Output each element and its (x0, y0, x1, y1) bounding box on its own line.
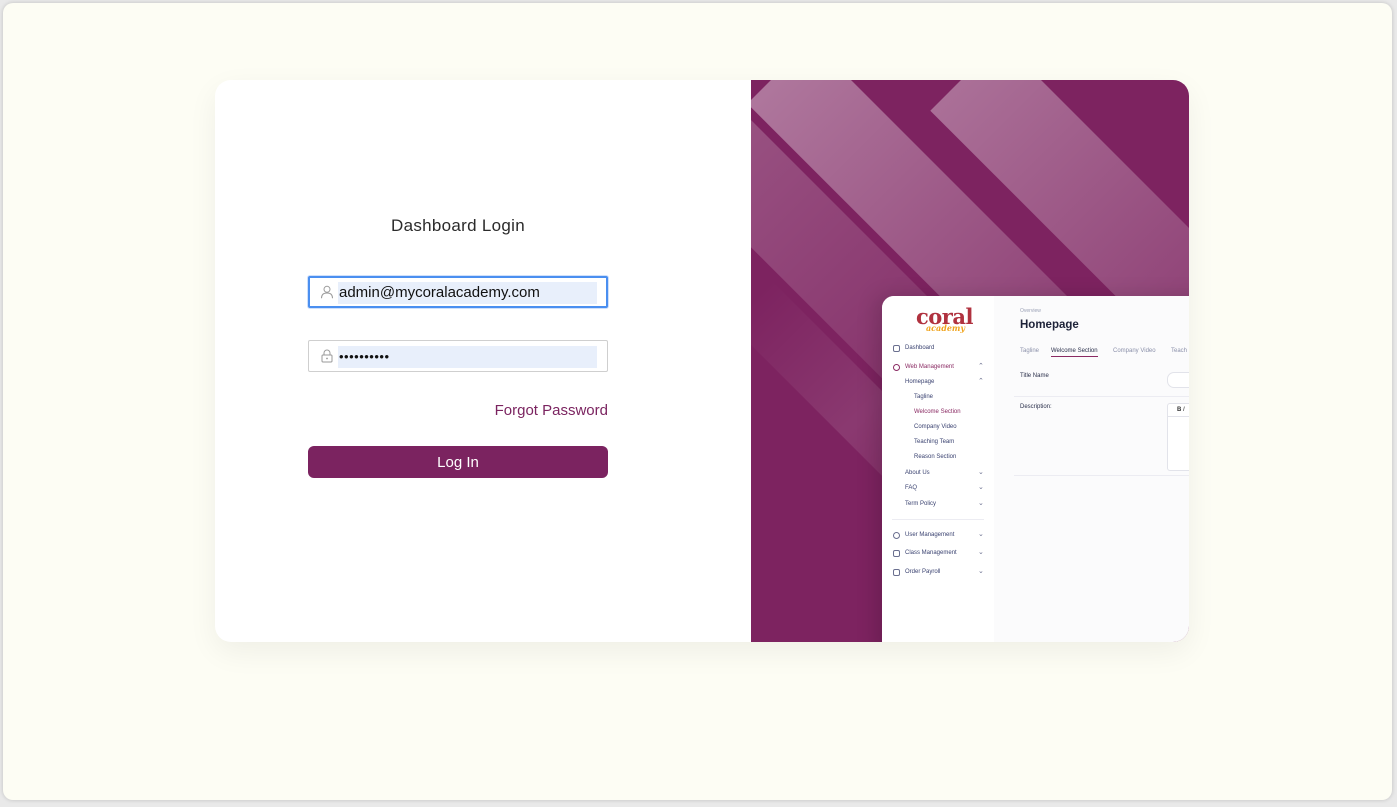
chevron-up-icon: ⌃ (978, 363, 984, 370)
dashboard-preview: coral academy Dashboard Web Management ⌃… (882, 296, 1189, 642)
app-window: Dashboard Login admin@mycoralacademy.com (3, 3, 1392, 800)
home-icon (893, 345, 900, 352)
user-circle-icon (893, 532, 900, 539)
preview-nav-sub-item: Teaching Team (914, 439, 955, 445)
preview-tab: Tagline (1020, 348, 1040, 354)
preview-nav-dashboard: Dashboard (905, 345, 935, 351)
chevron-down-icon: ⌄ (978, 531, 984, 538)
preview-nav-user-management: User Management (905, 532, 955, 538)
login-button[interactable]: Log In (308, 446, 608, 478)
login-card: Dashboard Login admin@mycoralacademy.com (215, 80, 1189, 642)
preview-nav-sub-item: Welcome Section (914, 409, 961, 415)
preview-nav-sub-item: Tagline (914, 394, 934, 400)
preview-nav-order-payroll: Order Payroll (905, 569, 941, 575)
preview-tab-active: Welcome Section (1051, 348, 1098, 357)
sidebar-divider (892, 519, 984, 520)
chevron-down-icon: ⌄ (978, 500, 984, 507)
preview-nav-sub-item: Reason Section (914, 454, 957, 460)
password-value[interactable]: •••••••••• (338, 346, 597, 368)
preview-main: Overview Homepage Tagline Welcome Sectio… (994, 296, 1189, 642)
preview-nav-about-us: About Us (905, 470, 930, 476)
preview-breadcrumb: Overview (1020, 308, 1041, 314)
preview-divider (1014, 396, 1189, 397)
preview-nav-sub-item: Company Video (914, 424, 957, 430)
preview-sidebar: coral academy Dashboard Web Management ⌃… (882, 296, 994, 642)
email-value[interactable]: admin@mycoralacademy.com (338, 282, 597, 304)
chevron-down-icon: ⌄ (978, 549, 984, 556)
chevron-down-icon: ⌄ (978, 469, 984, 476)
bold-icon: B I (1168, 404, 1189, 417)
preview-page-title: Homepage (1020, 319, 1079, 331)
preview-title-input (1167, 372, 1189, 388)
user-icon (320, 285, 334, 299)
forgot-password-link[interactable]: Forgot Password (308, 402, 608, 419)
globe-icon (893, 364, 900, 371)
preview-tab: Company Video (1113, 348, 1156, 354)
chevron-down-icon: ⌄ (978, 568, 984, 575)
chevron-up-icon: ⌃ (978, 378, 984, 385)
users-icon (893, 550, 900, 557)
preview-divider (1014, 475, 1189, 476)
preview-title-name-label: Title Name (1020, 373, 1049, 379)
password-field[interactable]: •••••••••• (308, 340, 608, 372)
login-title: Dashboard Login (391, 216, 525, 235)
receipt-icon (893, 569, 900, 576)
preview-nav-faq: FAQ (905, 485, 918, 491)
promo-panel: coral academy Dashboard Web Management ⌃… (751, 80, 1189, 642)
preview-nav-homepage: Homepage (905, 379, 935, 385)
preview-description-label: Description: (1020, 404, 1052, 410)
preview-nav-web-management: Web Management (905, 364, 954, 370)
preview-description-editor: B I (1167, 403, 1189, 471)
login-form: Dashboard Login admin@mycoralacademy.com (215, 80, 751, 642)
chevron-down-icon: ⌄ (978, 484, 984, 491)
preview-nav-class-management: Class Management (905, 550, 957, 556)
preview-tab: Teach (1171, 348, 1188, 354)
lock-icon (320, 349, 334, 363)
coral-logo-sub: academy (926, 323, 966, 333)
preview-nav-term-policy: Term Policy (905, 501, 937, 507)
email-field[interactable]: admin@mycoralacademy.com (308, 276, 608, 308)
